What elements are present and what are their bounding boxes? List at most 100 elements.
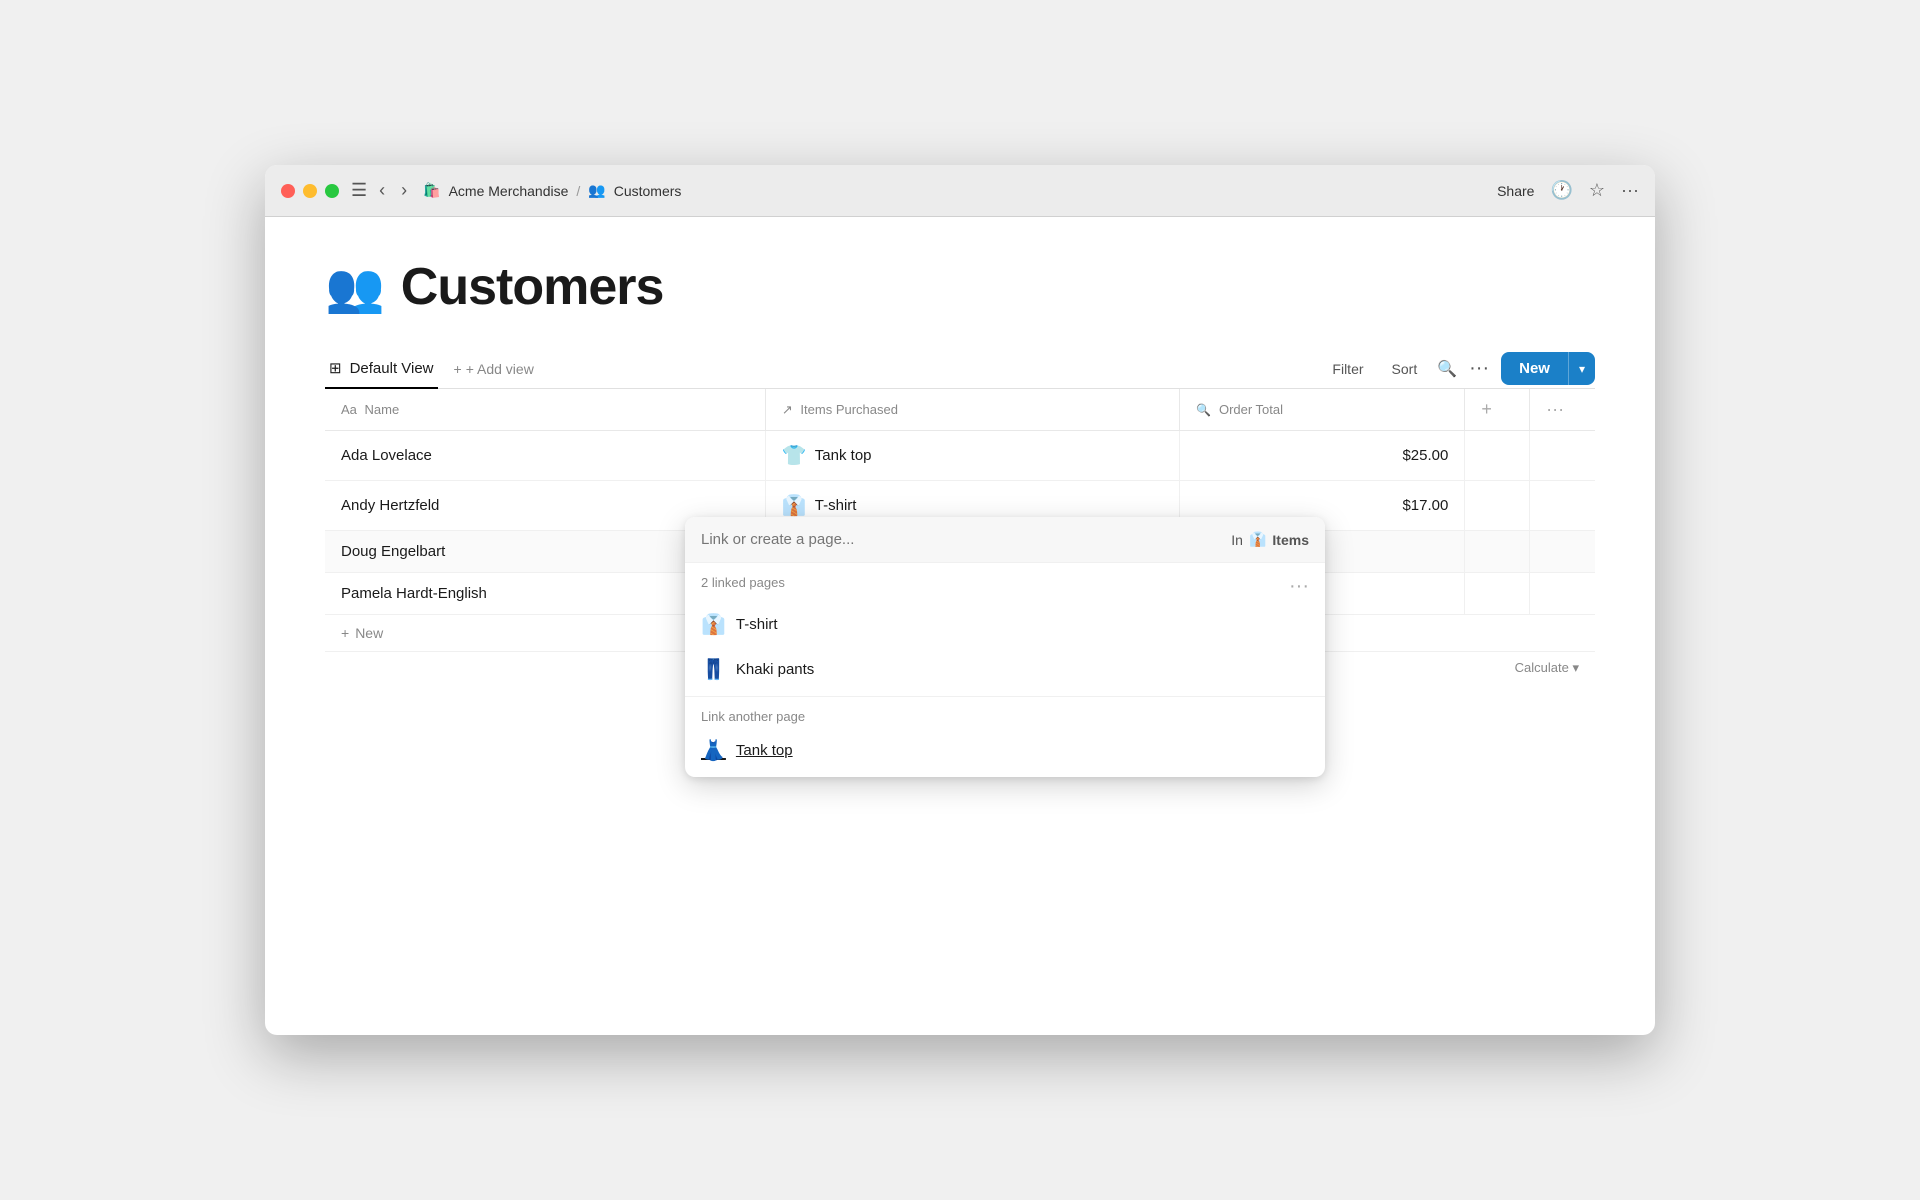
row-add-cell — [1465, 531, 1530, 573]
more-columns-button[interactable]: ··· — [1546, 399, 1564, 420]
table-row[interactable]: Ada Lovelace 👕 Tank top $25.00 — [325, 431, 1595, 481]
app-icon: 🛍️ — [423, 182, 440, 199]
row-items-cell[interactable]: 👕 Tank top — [765, 431, 1179, 481]
column-header-name[interactable]: Aa Name — [325, 389, 765, 431]
back-button[interactable]: ‹ — [375, 178, 389, 203]
row-order-cell[interactable]: $25.00 — [1180, 431, 1465, 481]
row-more-cell — [1530, 431, 1595, 481]
plus-icon: + — [341, 625, 349, 641]
add-column-button[interactable]: + — [1481, 399, 1492, 420]
more-toolbar-button[interactable]: ··· — [1469, 357, 1489, 380]
column-more-header[interactable]: ··· — [1530, 389, 1595, 431]
page-title: Customers — [401, 257, 664, 317]
new-button-group: New ▾ — [1501, 352, 1595, 385]
add-view-button[interactable]: + + Add view — [454, 361, 534, 377]
table-icon: ⊞ — [329, 359, 342, 377]
new-button[interactable]: New — [1501, 352, 1568, 385]
name-col-label: Name — [365, 402, 400, 417]
linked-page-item-1[interactable]: 👖 Khaki pants — [685, 647, 1325, 692]
item-cell: 👔 T-shirt — [782, 493, 1163, 518]
name-col-icon: Aa — [341, 402, 357, 417]
row-add-cell — [1465, 481, 1530, 531]
new-row-label: New — [355, 625, 383, 641]
linked-item-icon-1: 👖 — [701, 657, 726, 682]
row-add-cell — [1465, 431, 1530, 481]
view-toolbar: ⊞ Default View + + Add view Filter Sort … — [325, 349, 1595, 389]
calculate-label: Calculate — [1515, 660, 1569, 675]
traffic-lights — [281, 184, 339, 198]
breadcrumb: 🛍️ Acme Merchandise / 👥 Customers — [423, 182, 1497, 199]
linked-item-label-0: T-shirt — [736, 616, 778, 633]
favorite-button[interactable]: ☆ — [1589, 180, 1605, 201]
in-icon: 👔 — [1249, 531, 1266, 548]
new-button-arrow[interactable]: ▾ — [1568, 352, 1595, 385]
minimize-button[interactable] — [303, 184, 317, 198]
order-col-icon: 🔍 — [1196, 403, 1211, 417]
page-name-breadcrumb[interactable]: Customers — [614, 183, 682, 199]
row-add-cell — [1465, 573, 1530, 615]
item-icon: 👔 — [782, 493, 807, 518]
search-button[interactable]: 🔍 — [1437, 359, 1457, 379]
plus-icon: + — [454, 361, 462, 377]
column-add-header[interactable]: + — [1465, 389, 1530, 431]
filter-button[interactable]: Filter — [1324, 357, 1371, 381]
items-col-icon: ↗ — [782, 402, 793, 417]
default-view-label: Default View — [350, 360, 434, 377]
in-text: Items — [1272, 532, 1309, 548]
page-icon: 👥 — [325, 259, 385, 316]
popup-search-row: In 👔 Items — [685, 517, 1325, 563]
row-more-cell — [1530, 531, 1595, 573]
linked-pages-more-button[interactable]: ··· — [1289, 575, 1309, 598]
linked-item-icon-0: 👔 — [701, 612, 726, 637]
linked-pages-header: 2 linked pages ··· — [701, 575, 1309, 598]
row-name-cell[interactable]: Ada Lovelace — [325, 431, 765, 481]
sidebar-toggle-button[interactable]: ☰ — [351, 180, 367, 201]
breadcrumb-separator: / — [576, 183, 580, 199]
linked-page-item-0[interactable]: 👔 T-shirt — [685, 602, 1325, 647]
maximize-button[interactable] — [325, 184, 339, 198]
link-another-item-0[interactable]: 👗 Tank top — [685, 728, 1325, 773]
order-col-label: Order Total — [1219, 402, 1283, 417]
item-icon: 👕 — [782, 443, 807, 468]
history-button[interactable]: 🕐 — [1550, 180, 1572, 201]
default-view-tab[interactable]: ⊞ Default View — [325, 349, 438, 389]
linked-pages-label: 2 linked pages — [701, 575, 785, 590]
row-more-cell — [1530, 573, 1595, 615]
row-more-cell — [1530, 481, 1595, 531]
item-label: T-shirt — [815, 497, 857, 514]
link-popup: In 👔 Items 2 linked pages ··· 👔 T-shirt — [685, 517, 1325, 777]
column-header-items[interactable]: ↗ Items Purchased — [765, 389, 1179, 431]
link-another-icon-0: 👗 — [701, 738, 726, 763]
link-another-label-0: Tank top — [736, 742, 793, 759]
in-label: In — [1231, 532, 1243, 548]
customer-name: Doug Engelbart — [341, 543, 445, 560]
linked-item-label-1: Khaki pants — [736, 661, 814, 678]
popup-in-section: In 👔 Items — [1231, 531, 1309, 548]
customer-name: Pamela Hardt-English — [341, 585, 487, 602]
share-button[interactable]: Share — [1497, 183, 1534, 199]
sort-button[interactable]: Sort — [1384, 357, 1426, 381]
app-name[interactable]: Acme Merchandise — [449, 183, 569, 199]
column-header-order[interactable]: 🔍 Order Total — [1180, 389, 1465, 431]
page-icon-breadcrumb: 👥 — [588, 182, 605, 199]
calculate-arrow: ▾ — [1572, 660, 1579, 675]
forward-button[interactable]: › — [397, 178, 411, 203]
items-col-label: Items Purchased — [800, 402, 898, 417]
page-title-row: 👥 Customers — [325, 257, 1595, 317]
link-another-label: Link another page — [685, 705, 1325, 728]
nav-controls: ‹ › — [375, 178, 411, 203]
customer-name: Andy Hertzfeld — [341, 497, 439, 514]
toolbar-right: Filter Sort 🔍 ··· New ▾ — [1324, 352, 1595, 385]
linked-pages-section: 2 linked pages ··· — [685, 563, 1325, 602]
app-window: ☰ ‹ › 🛍️ Acme Merchandise / 👥 Customers … — [265, 165, 1655, 1035]
add-view-label: + Add view — [466, 361, 534, 377]
table-header-row: Aa Name ↗ Items Purchased 🔍 Order Total — [325, 389, 1595, 431]
more-options-button[interactable]: ··· — [1621, 180, 1639, 201]
content-area: 👥 Customers ⊞ Default View + + Add view … — [265, 217, 1655, 1035]
titlebar: ☰ ‹ › 🛍️ Acme Merchandise / 👥 Customers … — [265, 165, 1655, 217]
popup-search-input[interactable] — [701, 531, 1231, 548]
close-button[interactable] — [281, 184, 295, 198]
link-another-section: Link another page 👗 Tank top — [685, 696, 1325, 777]
titlebar-actions: Share 🕐 ☆ ··· — [1497, 180, 1639, 201]
customer-name: Ada Lovelace — [341, 447, 432, 464]
